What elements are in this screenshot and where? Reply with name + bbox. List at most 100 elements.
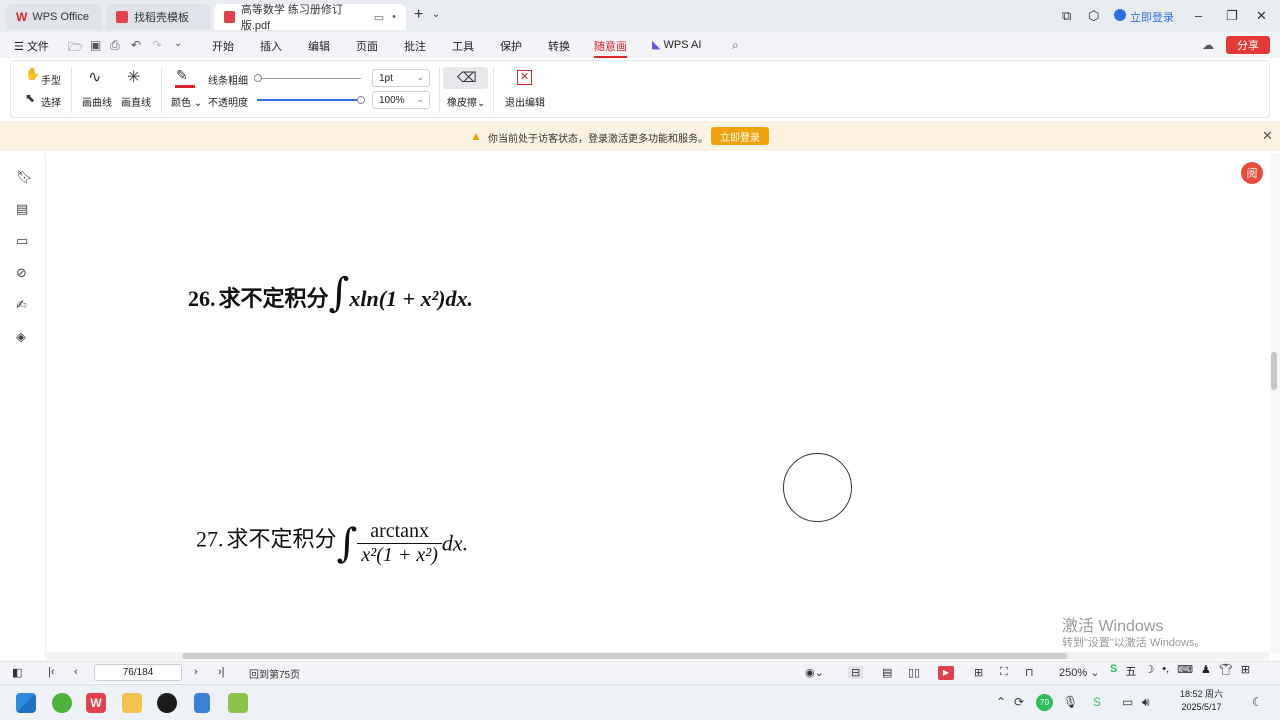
login-link[interactable]: 立即登录 xyxy=(1130,9,1174,25)
attachment-icon[interactable]: ⊘ xyxy=(16,265,27,281)
file-menu[interactable]: ☰ 文件 xyxy=(14,38,49,54)
user-settings-icon[interactable]: ♟ xyxy=(1201,663,1211,679)
restore-icon[interactable]: ❐ xyxy=(1226,8,1238,24)
zoom-level[interactable]: 250% ⌄ xyxy=(1059,666,1099,679)
layers-icon[interactable]: ◈ xyxy=(16,329,26,345)
exit-edit-button[interactable]: 退出编辑 xyxy=(505,94,545,109)
microphone-icon[interactable]: 🎙︎ xyxy=(1063,695,1078,709)
ime-mode[interactable]: 五 xyxy=(1125,663,1136,679)
eye-icon[interactable]: ◉⌄ xyxy=(805,666,824,679)
thickness-slider-knob[interactable] xyxy=(254,74,262,82)
page-number-input[interactable]: 76/184 xyxy=(94,664,182,681)
tab-pdf-document[interactable]: 高等数学 练习册修订版.pdf ▭ • xyxy=(214,4,406,32)
menu-protect[interactable]: 保护 xyxy=(500,38,522,54)
comment-icon[interactable]: ▭ xyxy=(16,233,28,249)
menu-insert[interactable]: 插入 xyxy=(260,38,282,54)
fit-width-icon[interactable]: ⊓ xyxy=(1025,666,1034,679)
horizontal-scrollbar-thumb[interactable] xyxy=(182,653,1068,659)
tab-close-icon[interactable]: • xyxy=(392,11,396,23)
color-dropdown[interactable]: 颜色 ⌄ xyxy=(171,94,202,109)
save-icon[interactable]: ▣ xyxy=(90,38,101,52)
share-button[interactable]: 分享 xyxy=(1226,36,1270,54)
hand-tool[interactable]: 手型 xyxy=(41,72,61,87)
browser-icon[interactable] xyxy=(52,693,72,713)
undo-icon[interactable]: ↶ xyxy=(131,38,141,52)
draw-line-button[interactable]: 画直线 xyxy=(121,94,151,109)
sidebar-toggle-icon[interactable]: ◧ xyxy=(12,666,22,679)
minimize-icon[interactable]: – xyxy=(1195,8,1202,23)
window-icon[interactable]: ⧉ xyxy=(1062,8,1071,24)
print-icon[interactable]: ⎙ xyxy=(110,38,120,53)
menu-page[interactable]: 页面 xyxy=(356,38,378,54)
network-icon[interactable]: ▭ xyxy=(1122,695,1133,709)
file-explorer-icon[interactable] xyxy=(122,693,142,713)
punctuation-icon[interactable]: •, xyxy=(1162,663,1169,679)
chevron-down-icon[interactable]: ⌄ xyxy=(432,9,440,20)
app-icon[interactable] xyxy=(228,693,248,713)
fit-page-icon[interactable]: ⛶ xyxy=(1000,666,1008,679)
obs-icon[interactable] xyxy=(157,693,177,713)
grid-view-icon[interactable]: ⊞ xyxy=(974,666,983,679)
menu-edit[interactable]: 编辑 xyxy=(308,38,330,54)
back-to-page-link[interactable]: 回到第75页 xyxy=(249,666,300,681)
wps-taskbar-icon[interactable]: W xyxy=(86,693,106,713)
next-page-icon[interactable]: › xyxy=(194,666,198,678)
play-icon[interactable]: ▶ xyxy=(938,666,954,680)
vertical-scrollbar-thumb[interactable] xyxy=(1271,352,1277,390)
redo-icon[interactable]: ↷ xyxy=(152,38,162,52)
menu-convert[interactable]: 转换 xyxy=(548,38,570,54)
new-tab-icon[interactable]: + xyxy=(414,6,423,24)
volume-icon[interactable]: 🔊︎ xyxy=(1142,695,1150,710)
menu-start[interactable]: 开始 xyxy=(212,38,234,54)
first-page-icon[interactable]: |‹ xyxy=(48,666,55,678)
clock[interactable]: 18:52 周六 2025/5/17 xyxy=(1180,688,1223,714)
search-icon[interactable]: ⌕ xyxy=(732,38,739,53)
ime-logo-icon[interactable]: S xyxy=(1110,663,1117,679)
more-grid-icon[interactable]: ⊞ xyxy=(1241,663,1250,679)
skin-icon[interactable]: 👕︎ xyxy=(1219,663,1233,679)
close-window-icon[interactable]: ✕ xyxy=(1256,8,1267,24)
vertical-scrollbar[interactable] xyxy=(1270,153,1280,653)
wps-tray-icon[interactable]: S xyxy=(1093,695,1101,709)
keyboard-icon[interactable]: ⌨ xyxy=(1177,663,1193,679)
recycle-bin-icon[interactable] xyxy=(194,693,210,713)
moon-icon[interactable]: ☽ xyxy=(1144,663,1154,679)
last-page-icon[interactable]: ›| xyxy=(218,666,225,678)
notification-center-icon[interactable]: ☾ xyxy=(1252,695,1263,709)
close-icon[interactable]: ✕ xyxy=(1262,128,1273,144)
thickness-select[interactable]: 1pt ⌄ xyxy=(372,69,430,87)
draw-curve-button[interactable]: 画曲线 xyxy=(82,94,112,109)
double-page-icon[interactable]: ▯▯ xyxy=(908,666,920,679)
tab-wps-office[interactable]: W WPS Office xyxy=(6,4,102,30)
cube-icon[interactable]: ⬡ xyxy=(1088,8,1099,24)
notification-badge[interactable]: 70 xyxy=(1036,694,1053,711)
single-page-icon[interactable]: ⊟ xyxy=(848,666,864,679)
opacity-slider[interactable] xyxy=(257,99,361,101)
tab-template[interactable]: 找稻壳模板 xyxy=(106,4,210,30)
thumbnail-icon[interactable]: ▤ xyxy=(16,201,28,217)
tray-expand-icon[interactable]: ⌃ xyxy=(996,695,1006,709)
divider xyxy=(439,67,440,113)
menu-wps-ai[interactable]: ◣ WPS AI xyxy=(652,38,701,51)
open-folder-icon[interactable]: 🗁 xyxy=(68,38,83,59)
eraser-button[interactable]: 橡皮擦⌄ xyxy=(447,94,485,109)
menu-tools[interactable]: 工具 xyxy=(452,38,474,54)
bookmark-icon[interactable]: 🔖︎ xyxy=(16,169,33,185)
signature-icon[interactable]: ✍ xyxy=(16,297,27,313)
cloud-upload-icon[interactable]: ☁ xyxy=(1202,38,1214,52)
select-tool[interactable]: 选择 xyxy=(41,94,61,109)
continuous-page-icon[interactable]: ▤ xyxy=(882,666,892,679)
prev-page-icon[interactable]: ‹ xyxy=(74,666,78,678)
read-badge[interactable]: 阅 xyxy=(1241,162,1263,184)
opacity-select[interactable]: 100% ⌄ xyxy=(372,91,430,109)
drawn-circle-annotation[interactable] xyxy=(783,453,852,522)
sync-icon[interactable]: ⟳ xyxy=(1014,695,1024,709)
more-chevron-icon[interactable]: ⌄ xyxy=(174,38,182,49)
opacity-slider-knob[interactable] xyxy=(357,96,365,104)
tab-monitor-icon[interactable]: ▭ xyxy=(374,11,384,24)
menu-annotate[interactable]: 批注 xyxy=(404,38,426,54)
menu-freehand[interactable]: 随意画 xyxy=(594,38,627,58)
windows-start-icon[interactable] xyxy=(16,693,36,713)
thickness-slider[interactable] xyxy=(257,78,361,79)
notice-login-button[interactable]: 立即登录 xyxy=(711,127,769,145)
